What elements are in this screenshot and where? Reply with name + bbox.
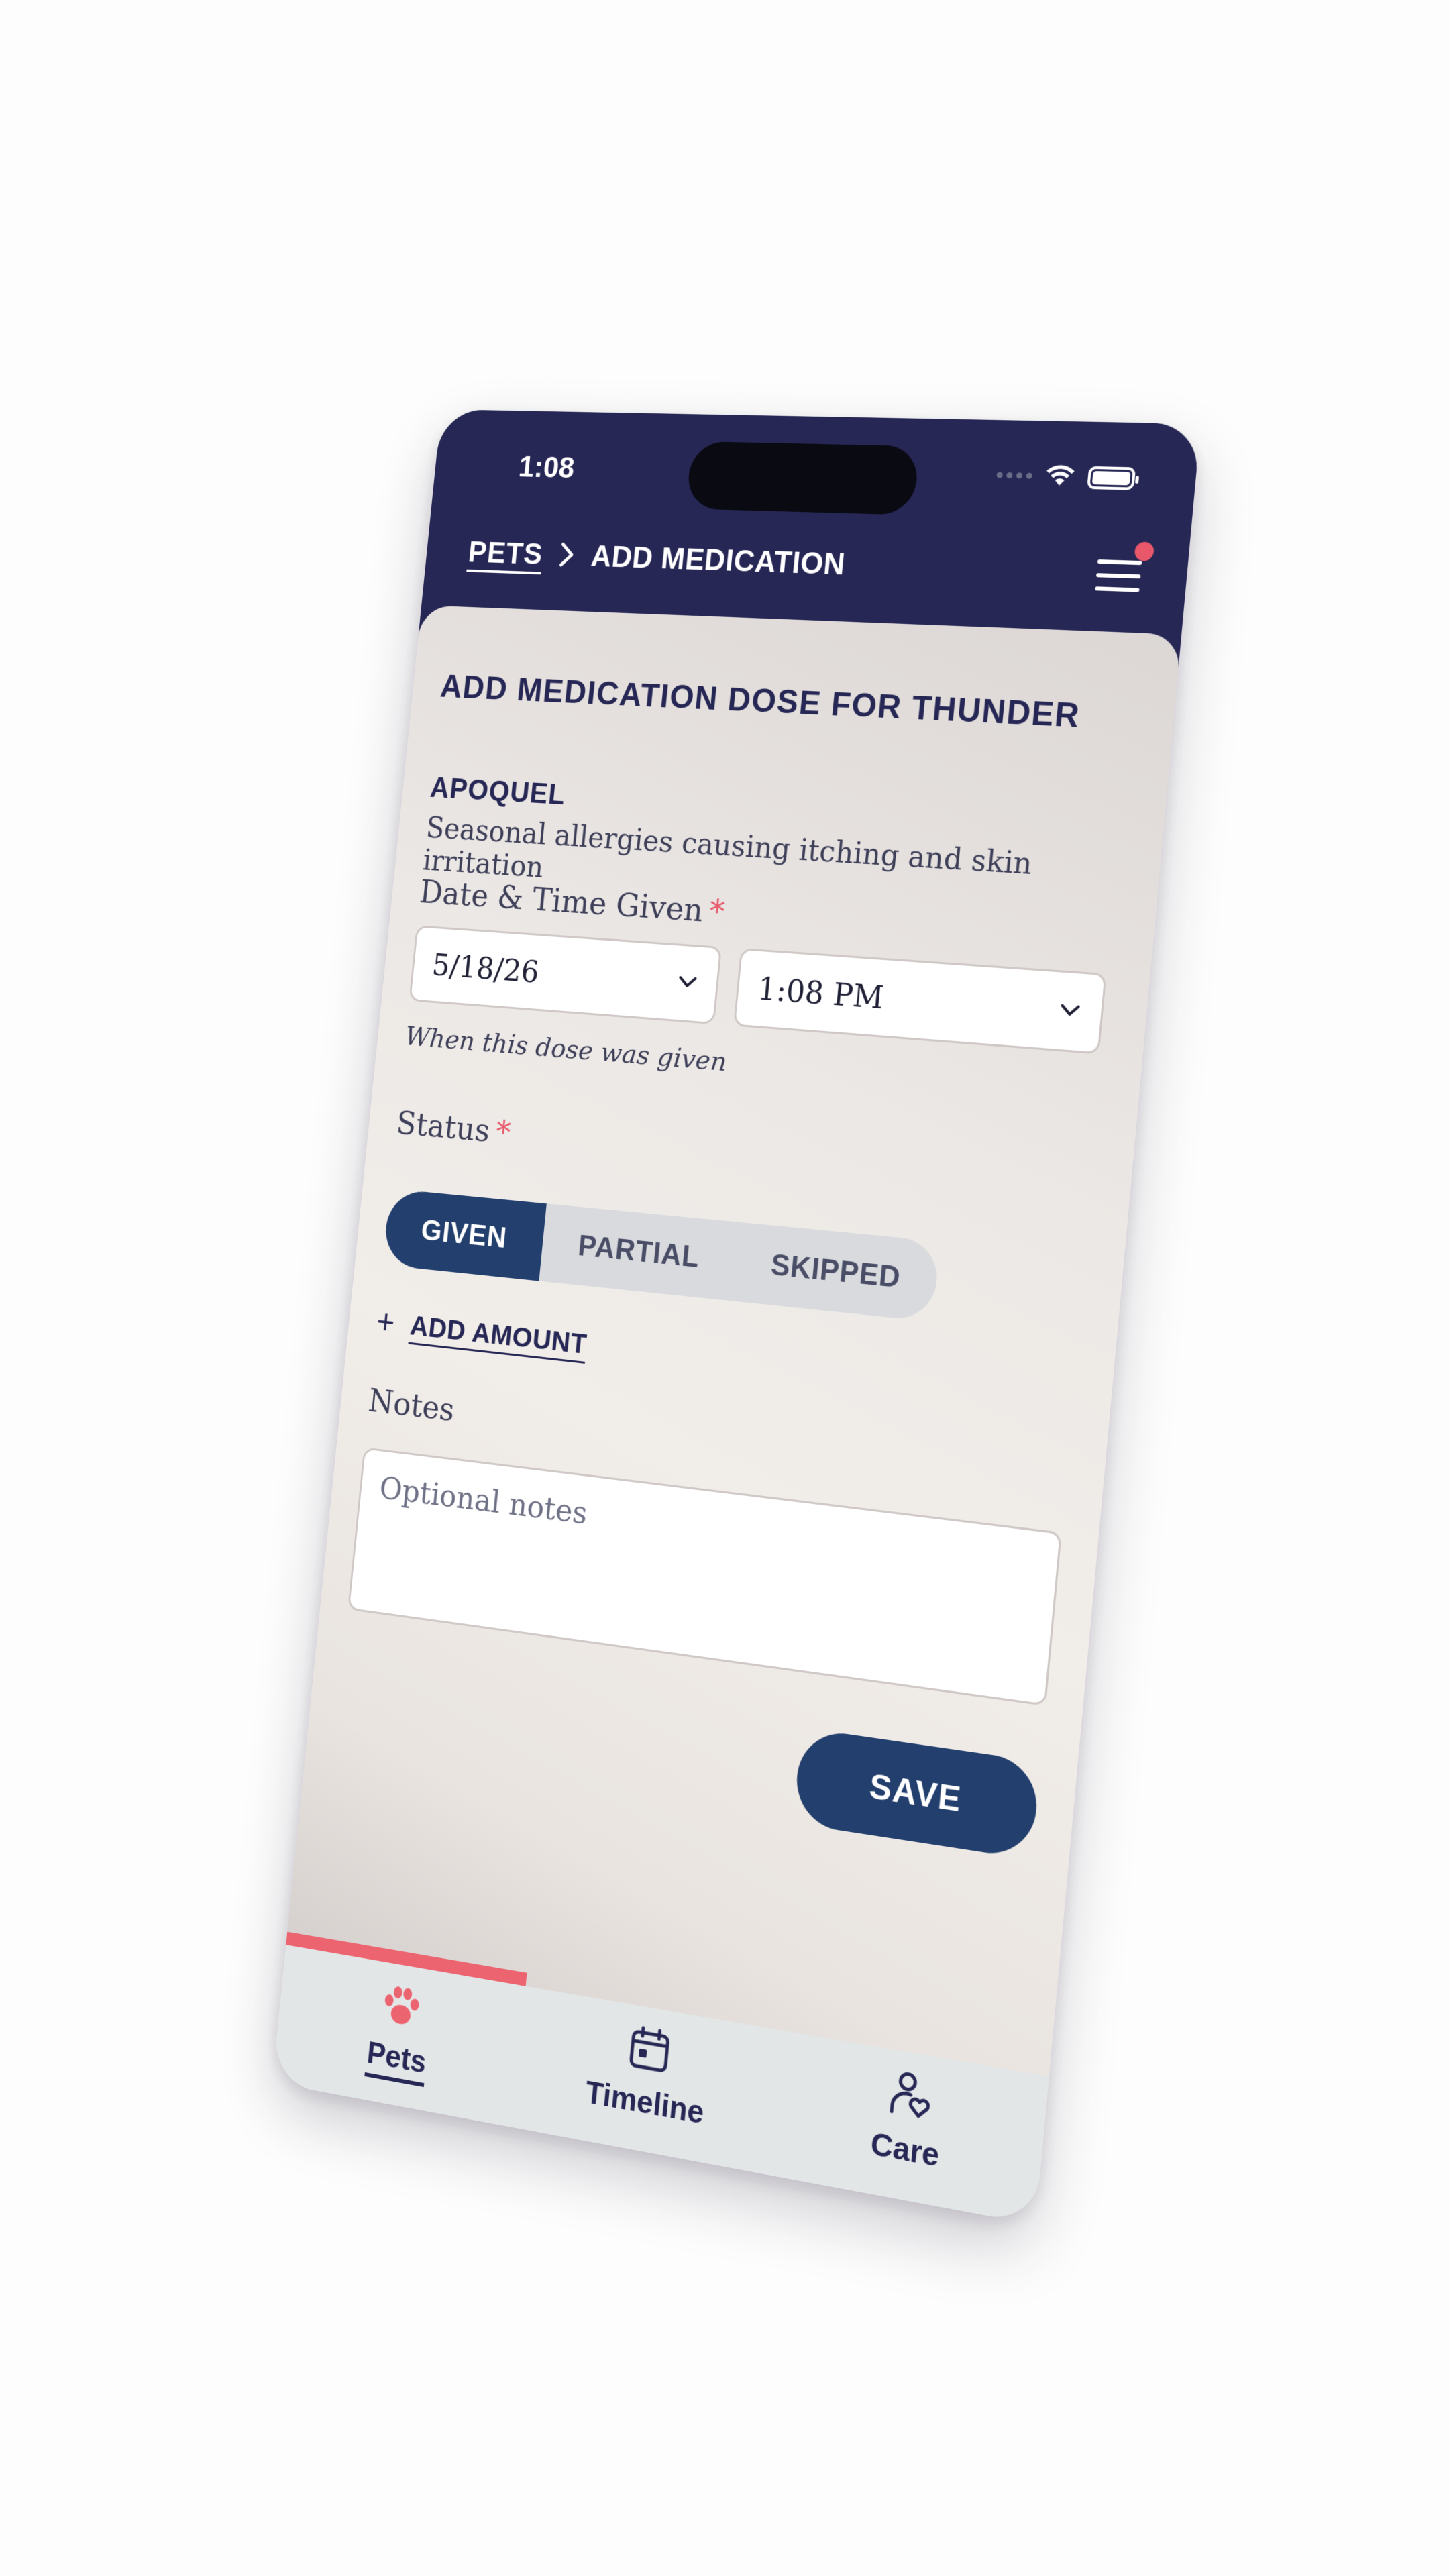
battery-icon — [1087, 466, 1136, 490]
notes-label: Notes — [366, 1382, 456, 1430]
phone-screen: 1:08 PETS ADD MEDICATION ADD MEDICATION … — [272, 409, 1201, 2225]
status-bar-time: 1:08 — [517, 449, 576, 484]
add-amount-button[interactable]: + ADD AMOUNT — [374, 1303, 588, 1362]
form-title: ADD MEDICATION DOSE FOR THUNDER — [439, 667, 1082, 735]
breadcrumb-pets-link[interactable]: PETS — [467, 535, 545, 572]
hamburger-icon — [1097, 559, 1142, 566]
status-segmented-control: GIVEN PARTIAL SKIPPED — [382, 1188, 941, 1322]
required-marker: * — [707, 892, 727, 931]
status-bar-icons — [996, 462, 1136, 492]
notes-field-wrapper — [347, 1447, 1062, 1707]
calendar-icon — [625, 2022, 674, 2081]
datetime-hint: When this dose was given — [403, 1021, 729, 1078]
required-marker: * — [494, 1114, 513, 1152]
save-button[interactable]: SAVE — [792, 1727, 1041, 1860]
notification-dot — [1134, 541, 1155, 561]
date-select[interactable]: 5/18/26 — [409, 925, 722, 1025]
chevron-down-icon — [1059, 1002, 1081, 1021]
status-option-given[interactable]: GIVEN — [382, 1188, 547, 1281]
breadcrumb: PETS ADD MEDICATION — [467, 535, 847, 582]
menu-button[interactable] — [1090, 541, 1155, 599]
status-label: Status* — [394, 1105, 512, 1151]
medication-name: APOQUEL — [429, 771, 567, 811]
breadcrumb-current: ADD MEDICATION — [589, 539, 847, 582]
add-amount-label: ADD AMOUNT — [409, 1309, 588, 1360]
tab-timeline-label: Timeline — [584, 2074, 706, 2131]
plus-icon: + — [374, 1303, 397, 1343]
person-heart-icon — [884, 2067, 936, 2127]
date-value: 5/18/26 — [430, 947, 541, 990]
form-card: ADD MEDICATION DOSE FOR THUNDER APOQUEL … — [286, 605, 1182, 2077]
time-select[interactable]: 1:08 PM — [733, 948, 1107, 1055]
chevron-down-icon — [677, 974, 698, 992]
cellular-signal-icon — [996, 472, 1033, 479]
time-value: 1:08 PM — [756, 970, 885, 1016]
status-option-skipped[interactable]: SKIPPED — [732, 1222, 940, 1322]
stage: 1:08 PETS ADD MEDICATION ADD MEDICATION … — [0, 0, 1449, 2576]
tab-care-label: Care — [869, 2125, 941, 2174]
dynamic-island — [686, 441, 920, 515]
tab-pets-label: Pets — [364, 2033, 428, 2088]
chevron-right-icon — [558, 541, 575, 568]
status-option-partial[interactable]: PARTIAL — [539, 1203, 739, 1301]
wifi-icon — [1043, 462, 1077, 490]
paw-icon — [378, 1979, 425, 2036]
status-label-text: Status — [394, 1105, 492, 1150]
notes-textarea[interactable] — [369, 1469, 1038, 1682]
